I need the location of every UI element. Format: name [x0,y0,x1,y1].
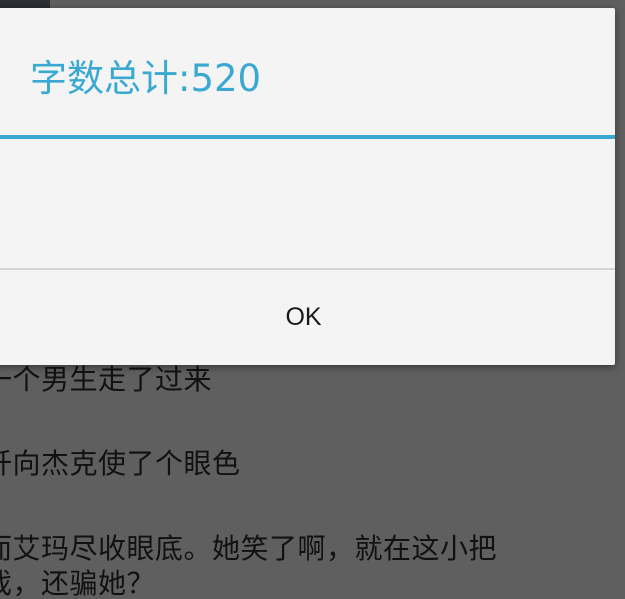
dialog-title: 字数总计:520 [30,57,262,100]
dialog-header: 字数总计:520 [0,8,615,136]
ok-button[interactable]: OK [0,270,615,365]
word-count-dialog: 字数总计:520 OK [0,8,615,365]
article-line: 而艾玛尽收眼底。她笑了啊，就在这小把 [0,532,498,565]
article-line: 戏，还骗她？ [0,567,156,599]
article-line: 钎向杰克使了个眼色 [0,447,241,480]
screen: 一个男生走了过来 钎向杰克使了个眼色 而艾玛尽收眼底。她笑了啊，就在这小把 戏，… [0,0,625,599]
dialog-body [0,139,615,268]
